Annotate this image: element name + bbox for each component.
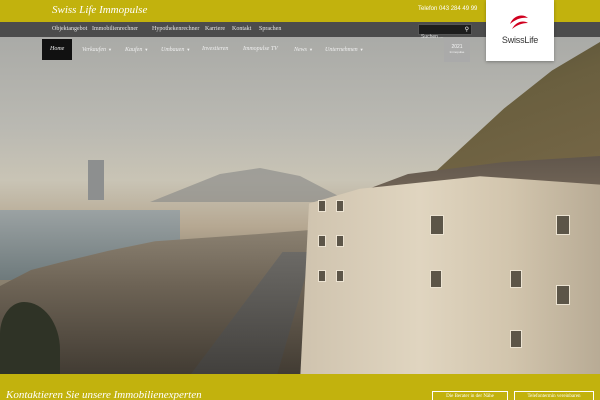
menu-item-label: Umbauen — [161, 47, 185, 53]
chevron-down-icon: ▼ — [309, 47, 313, 52]
contact-bar: Kontaktieren Sie unsere Immobilienexpert… — [0, 374, 600, 400]
subnav-immobilienrechner[interactable]: Immobilienrechner — [92, 26, 138, 32]
contact-heading: Kontaktieren Sie unsere Immobilienexpert… — [6, 389, 202, 400]
window — [510, 330, 522, 348]
menu-item-immopulse-tv[interactable]: Immopulse TV — [243, 39, 278, 60]
subnav-kontakt[interactable]: Kontakt — [232, 26, 251, 32]
menu-item-unternehmen[interactable]: Unternehmen ▼ — [325, 39, 364, 60]
menu-item-investieren[interactable]: Investieren — [202, 39, 228, 60]
subnav-sprachen[interactable]: Sprachen — [259, 26, 281, 32]
chevron-down-icon: ▼ — [186, 47, 191, 52]
window — [318, 235, 326, 247]
window — [430, 270, 442, 288]
hero-image — [0, 22, 600, 374]
window — [336, 235, 344, 247]
award-badge[interactable]: 2021 Immopulse — [444, 38, 470, 62]
menu-item-label: Home — [50, 46, 65, 52]
window — [336, 270, 344, 282]
window — [430, 215, 444, 235]
chevron-down-icon: ▼ — [144, 47, 149, 52]
menu-item-label: News — [294, 47, 308, 53]
window — [510, 270, 522, 288]
chevron-down-icon: ▼ — [359, 47, 364, 52]
window — [318, 200, 326, 212]
search-icon[interactable]: ⚲ — [465, 26, 469, 34]
menu-item-label: Unternehmen — [325, 47, 358, 53]
window — [318, 270, 326, 282]
swisslife-mark-icon — [510, 15, 528, 29]
subnav-objektangebot[interactable]: Objektangebot — [52, 26, 87, 32]
window — [556, 285, 570, 305]
menu-item-label: Immopulse TV — [243, 46, 278, 52]
menu-item-kaufen[interactable]: Kaufen ▼ — [125, 39, 148, 60]
schedule-call-button[interactable]: Telefontermin vereinbaren — [514, 391, 594, 400]
menu-item-label: Investieren — [202, 46, 229, 52]
phone-number: Telefon 043 284 49 99 — [418, 6, 478, 12]
search-box: ⚲ — [418, 24, 472, 42]
menu-item-verkaufen[interactable]: Verkaufen ▼ — [82, 39, 112, 60]
badge-label: Immopulse — [449, 50, 465, 54]
window — [556, 215, 570, 235]
advisors-nearby-button[interactable]: Die Berater in der Nähe — [432, 391, 508, 400]
brand-name[interactable]: Swiss Life Immopulse — [52, 4, 147, 16]
hotel-building — [300, 176, 600, 374]
chevron-down-icon: ▼ — [108, 47, 112, 52]
menu-item-label: Verkaufen — [82, 47, 106, 53]
mountain-silhouette — [150, 168, 350, 202]
tower-building — [88, 160, 104, 200]
swisslife-logo[interactable]: SwissLife — [486, 0, 554, 61]
logo-text: SwissLife — [501, 35, 539, 45]
menu-item-umbauen[interactable]: Umbauen ▼ — [161, 39, 190, 60]
subnav-hypothekenrechner[interactable]: Hypothekenrechner — [152, 26, 199, 32]
window — [336, 200, 344, 212]
subnav-karriere[interactable]: Karriere — [205, 26, 225, 32]
menu-item-label: Kaufen — [125, 47, 143, 53]
menu-item-news[interactable]: News ▼ — [294, 39, 313, 60]
menu-item-home[interactable]: Home — [42, 39, 73, 60]
